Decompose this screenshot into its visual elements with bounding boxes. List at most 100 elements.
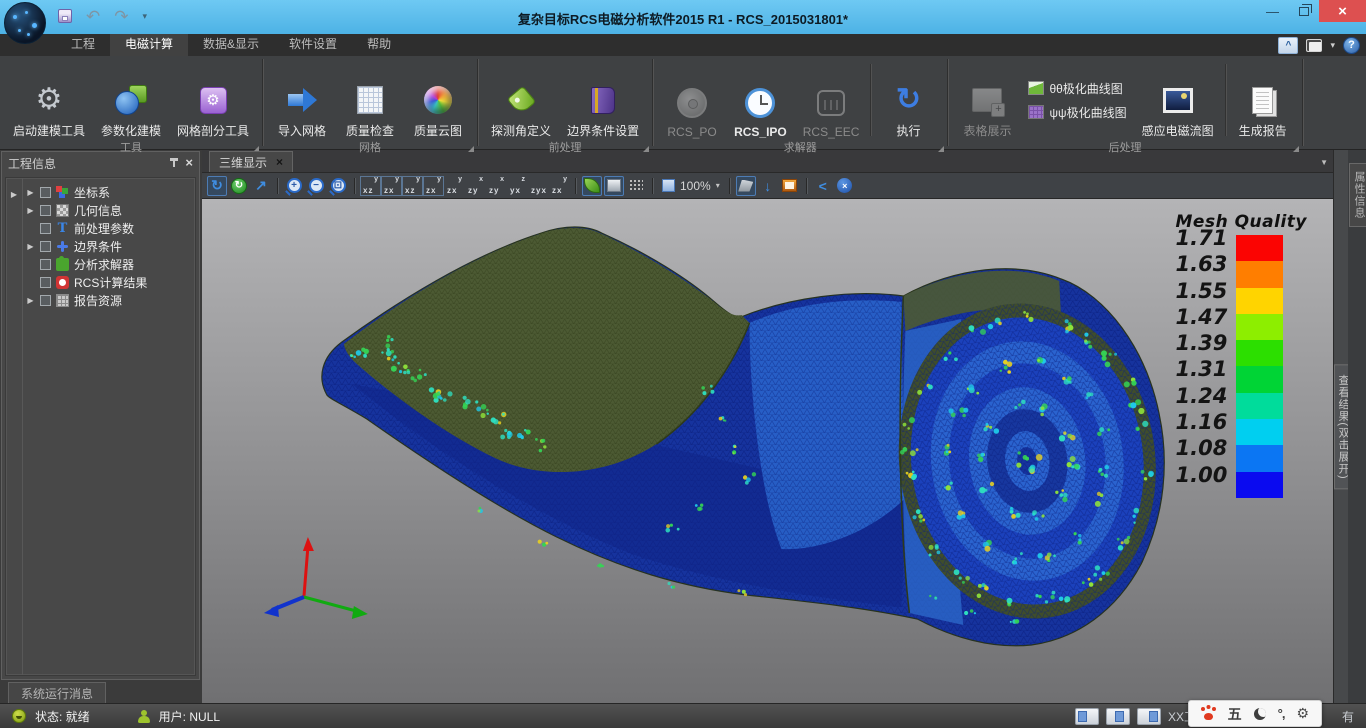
view-bottom-button[interactable]: xzy	[466, 177, 485, 195]
tab-project[interactable]: 工程	[56, 32, 110, 56]
tree-item-rcs-results[interactable]: RCS计算结果	[23, 273, 195, 291]
view-xz2-button[interactable]: yxz	[403, 177, 422, 195]
quality-contour-button[interactable]: 质量云图	[405, 59, 471, 141]
launch-modeler-button[interactable]: ⚙启动建模工具	[6, 59, 92, 141]
properties-tab[interactable]: 属性信息	[1349, 163, 1366, 227]
tree-item-boundary-conditions[interactable]: ▶边界条件	[23, 237, 195, 255]
app-logo-icon[interactable]	[4, 2, 46, 44]
expander-icon[interactable]: ▶	[26, 296, 35, 305]
view-zx-button[interactable]: yzx	[382, 177, 401, 195]
sync-view-button[interactable]: ↻	[229, 176, 249, 196]
mesh-partition-tool-button[interactable]: ⚙网格剖分工具	[170, 59, 256, 141]
view-top-button[interactable]: yzx	[445, 177, 464, 195]
checkbox[interactable]	[40, 277, 51, 288]
gallery-button[interactable]	[780, 176, 800, 196]
wrench-icon: ⚙	[200, 87, 227, 114]
points-render-button[interactable]	[626, 176, 646, 196]
checkbox[interactable]	[40, 187, 51, 198]
minimize-button[interactable]: —	[1257, 0, 1288, 22]
share-flow-button[interactable]: <	[813, 176, 833, 196]
pin-icon[interactable]	[169, 157, 179, 169]
ribbon-group-mesh: 导入网格 质量检查 质量云图 网格	[263, 56, 477, 149]
drop-view-button[interactable]: ↓	[758, 176, 778, 196]
quality-check-button[interactable]: 质量检查	[337, 59, 403, 141]
display-style-dropdown-icon[interactable]: ▾	[1330, 40, 1335, 51]
view-iso-button[interactable]: zyx	[529, 177, 548, 195]
zoom-level-select[interactable]: 100% ▾	[659, 179, 723, 193]
model-3d[interactable]	[202, 199, 1333, 703]
view-zx2-button[interactable]: yzx	[424, 177, 443, 195]
view-xz-button[interactable]: yxz	[361, 177, 380, 195]
zoom-window-button[interactable]: ⊡	[328, 176, 348, 196]
shaded-render-button[interactable]	[582, 176, 602, 196]
checkbox[interactable]	[40, 223, 51, 234]
generate-report-button[interactable]: 生成报告	[1230, 59, 1296, 141]
import-mesh-button[interactable]: 导入网格	[269, 59, 335, 141]
report-pages-icon	[1252, 87, 1273, 114]
help-button[interactable]: ?	[1343, 37, 1360, 54]
zoom-out-button[interactable]: −	[306, 176, 326, 196]
view-left-button[interactable]: xzy	[487, 177, 506, 195]
checkbox[interactable]	[40, 259, 51, 270]
clear-view-button[interactable]: ×	[835, 176, 855, 196]
tab-data-display[interactable]: 数据&显示	[188, 32, 274, 56]
tab-settings[interactable]: 软件设置	[274, 32, 352, 56]
ime-punctuation-button[interactable]: °,	[1278, 706, 1285, 721]
rotate-button[interactable]: ↻	[207, 176, 227, 196]
ime-fullhalf-moon-icon[interactable]	[1254, 708, 1266, 720]
expander-icon[interactable]: ▶	[26, 242, 35, 251]
copyright-text-right: 有	[1342, 708, 1354, 725]
photo-icon	[1163, 88, 1193, 113]
expander-icon[interactable]: ▶	[26, 206, 35, 215]
layout-center-button[interactable]	[1106, 708, 1130, 725]
view-iso2-button[interactable]: yzx	[550, 177, 569, 195]
checkbox[interactable]	[40, 205, 51, 216]
pan-button[interactable]: ↗	[251, 176, 271, 196]
tab-list-icon[interactable]: ▼	[1320, 158, 1328, 167]
theta-polar-curve-button[interactable]: θθ极化曲线图	[1028, 80, 1126, 97]
psi-polar-curve-button[interactable]: ψψ极化曲线图	[1028, 104, 1126, 121]
tree-item-coordinate-system[interactable]: ▶坐标系	[23, 183, 195, 201]
rcs-ipo-button[interactable]: RCS_IPO	[727, 59, 794, 141]
title-bar: ↶ ↷ ▾ 复杂目标RCS电磁分析软件2015 R1 - RCS_2015031…	[0, 0, 1366, 34]
checkbox[interactable]	[40, 241, 51, 252]
execute-button[interactable]: ↻执行	[875, 59, 941, 141]
system-messages-tab[interactable]: 系统运行消息	[8, 682, 106, 703]
expander-icon[interactable]: ▶	[26, 188, 35, 197]
restore-button[interactable]	[1288, 0, 1319, 22]
tree-item-preprocess-params[interactable]: T前处理参数	[23, 219, 195, 237]
zoom-in-button[interactable]: +	[284, 176, 304, 196]
layout-left-button[interactable]	[1075, 708, 1099, 725]
view-right-button[interactable]: zyx	[508, 177, 527, 195]
book-icon	[591, 87, 615, 114]
status-icon	[12, 709, 26, 723]
viewport-3d[interactable]: Mesh Quality 1.711.63 1.551.47 1.391.31 …	[202, 199, 1333, 703]
boundary-condition-button[interactable]: 边界条件设置	[560, 59, 646, 141]
clip-plane-button[interactable]	[736, 176, 756, 196]
induced-current-map-button[interactable]: 感应电磁流图	[1135, 59, 1221, 141]
ime-mode-button[interactable]: 五	[1228, 704, 1242, 724]
tab-3d-display[interactable]: 三维显示 ×	[209, 151, 293, 172]
close-circle-icon: ×	[837, 178, 852, 193]
close-button[interactable]: ×	[1319, 0, 1366, 22]
layout-right-button[interactable]	[1137, 708, 1161, 725]
table-plus-icon	[972, 88, 1002, 112]
building-icon	[56, 294, 69, 307]
tab-close-icon[interactable]: ×	[276, 155, 283, 169]
gutter-expander-icon[interactable]: ▶	[11, 190, 17, 199]
tab-em-compute[interactable]: 电磁计算	[110, 32, 188, 56]
ime-logo-paw-icon[interactable]	[1201, 707, 1216, 720]
ime-settings-gear-icon[interactable]: ⚙	[1296, 705, 1309, 722]
collapse-ribbon-button[interactable]: ^	[1278, 37, 1298, 54]
probe-angle-button[interactable]: 探测角定义	[484, 59, 558, 141]
tree-item-solver[interactable]: 分析求解器	[23, 255, 195, 273]
flat-render-button[interactable]	[604, 176, 624, 196]
display-style-icon[interactable]	[1306, 39, 1322, 52]
checkbox[interactable]	[40, 295, 51, 306]
parametric-modeling-button[interactable]: 参数化建模	[94, 59, 168, 141]
tree-item-report-resources[interactable]: ▶报告资源	[23, 291, 195, 309]
tree-item-geometry-info[interactable]: ▶几何信息	[23, 201, 195, 219]
status-bar: 状态: 就绪 用户: NULL XX工业 有 五 °, ⚙	[0, 703, 1366, 728]
panel-close-icon[interactable]: ×	[185, 157, 193, 169]
tab-help[interactable]: 帮助	[352, 32, 406, 56]
